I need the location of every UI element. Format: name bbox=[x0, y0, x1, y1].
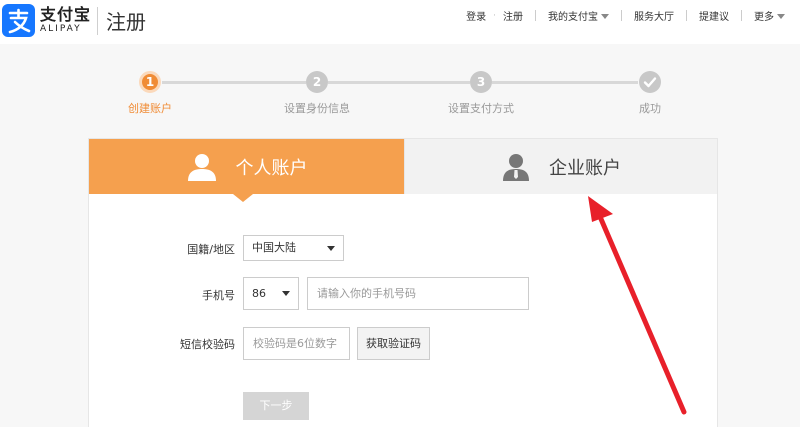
phone-input[interactable]: 请输入你的手机号码 bbox=[307, 277, 529, 310]
active-tab-pointer bbox=[233, 194, 253, 202]
register-link[interactable]: 注册 bbox=[498, 8, 528, 23]
nationality-label: 国籍/地区 bbox=[187, 243, 235, 256]
nav-divider bbox=[686, 10, 687, 21]
business-person-icon bbox=[501, 153, 531, 181]
nav-divider bbox=[741, 10, 742, 21]
more-label: 更多 bbox=[754, 12, 774, 23]
sms-code-label: 短信校验码 bbox=[180, 338, 235, 351]
nationality-select[interactable]: 中国大陆 bbox=[243, 235, 344, 261]
step-3-label: 设置支付方式 bbox=[448, 102, 514, 115]
phone-label: 手机号 bbox=[202, 289, 235, 302]
suggest-link[interactable]: 提建议 bbox=[694, 8, 734, 23]
sms-code-input[interactable]: 校验码是6位数字 bbox=[243, 327, 350, 360]
header: 支付宝 ALIPAY 注册 登录 · 注册 我的支付宝 服务大厅 提建议 更多 bbox=[0, 0, 800, 44]
get-code-button[interactable]: 获取验证码 bbox=[357, 327, 430, 360]
step-1-circle: 1 bbox=[139, 71, 161, 93]
step-4-circle bbox=[639, 71, 661, 93]
page-title: 注册 bbox=[106, 10, 147, 34]
login-link[interactable]: 登录 bbox=[461, 8, 491, 23]
tab-personal-label: 个人账户 bbox=[235, 157, 308, 179]
chevron-down-icon bbox=[327, 246, 335, 251]
next-button[interactable]: 下一步 bbox=[243, 392, 309, 420]
my-alipay-menu[interactable]: 我的支付宝 bbox=[543, 8, 614, 23]
nationality-value: 中国大陆 bbox=[252, 241, 296, 254]
progress-steps: 1 2 3 创建账户 设置身份信息 设置支付方式 成功 bbox=[0, 70, 800, 118]
nav-dot-separator: · bbox=[493, 10, 496, 21]
service-hall-link[interactable]: 服务大厅 bbox=[629, 8, 679, 23]
nav-divider bbox=[535, 10, 536, 21]
logo-english-text: ALIPAY bbox=[40, 24, 82, 34]
tab-business-account[interactable]: 企业账户 bbox=[404, 139, 717, 194]
registration-card: 个人账户 企业账户 国籍/地区 中国大陆 手机号 86 请输入你的手机号码 短信… bbox=[88, 138, 718, 427]
my-alipay-label: 我的支付宝 bbox=[548, 12, 598, 23]
more-menu[interactable]: 更多 bbox=[749, 8, 790, 23]
country-code-value: 86 bbox=[252, 287, 266, 300]
step-connector bbox=[162, 81, 306, 84]
logo-chinese-text: 支付宝 bbox=[40, 5, 92, 24]
chevron-down-icon bbox=[777, 14, 785, 19]
alipay-logo-icon bbox=[2, 4, 35, 37]
step-1-label: 创建账户 bbox=[128, 102, 172, 115]
step-connector bbox=[328, 81, 470, 84]
step-4-label: 成功 bbox=[639, 102, 661, 115]
chevron-down-icon bbox=[601, 14, 609, 19]
logo-divider bbox=[97, 6, 99, 35]
alipay-logo[interactable]: 支付宝 ALIPAY 注册 bbox=[2, 4, 146, 37]
step-2-circle: 2 bbox=[306, 71, 328, 93]
person-icon bbox=[186, 153, 218, 181]
chevron-down-icon bbox=[282, 291, 290, 296]
tab-business-label: 企业账户 bbox=[549, 157, 621, 179]
checkmark-icon bbox=[643, 77, 657, 88]
country-code-select[interactable]: 86 bbox=[243, 277, 299, 310]
step-2-label: 设置身份信息 bbox=[284, 102, 350, 115]
step-3-circle: 3 bbox=[470, 71, 492, 93]
tab-personal-account[interactable]: 个人账户 bbox=[89, 139, 404, 194]
step-connector bbox=[492, 81, 638, 84]
nav-divider bbox=[621, 10, 622, 21]
top-nav: 登录 · 注册 我的支付宝 服务大厅 提建议 更多 bbox=[461, 8, 790, 23]
